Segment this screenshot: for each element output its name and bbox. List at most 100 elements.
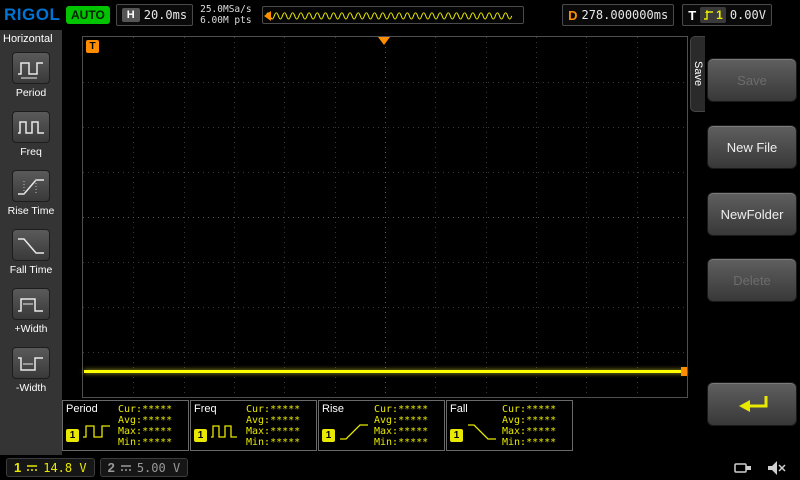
channel-badge: 1 <box>66 429 79 442</box>
timebase-value: 20.0ms <box>143 8 188 22</box>
measurement-min: Min:***** <box>118 437 173 448</box>
waveform-memory-preview <box>262 6 525 24</box>
measure-sidebar: Horizontal Period Freq Rise Time Fall Ti… <box>0 30 62 455</box>
channel2-number: 2 <box>107 460 115 475</box>
measurement-max: Max:***** <box>246 426 301 437</box>
trigger-position-offscreen-marker: T <box>86 40 99 53</box>
trigger-label: T <box>688 7 697 23</box>
freq-measure-icon <box>211 425 237 438</box>
channel2-indicator[interactable]: 2 5.00 V <box>99 458 189 477</box>
back-button[interactable] <box>707 382 797 426</box>
measurement-name: Period <box>66 403 98 415</box>
measurement-panels: Period 1 Cur:***** Avg:***** Max:***** M… <box>62 400 574 451</box>
channel1-number: 1 <box>14 460 22 475</box>
sidebar-item-fall-time[interactable]: Fall Time <box>0 229 62 276</box>
measurement-panel-period: Period 1 Cur:***** Avg:***** Max:***** M… <box>62 400 189 451</box>
period-measure-icon <box>83 425 110 438</box>
freq-icon <box>12 111 50 143</box>
acquisition-info: 25.0MSa/s 6.00M pts <box>200 4 256 26</box>
sidebar-item-label: +Width <box>14 323 48 335</box>
memory-depth: 6.00M pts <box>200 15 252 26</box>
fall-time-icon <box>12 229 50 261</box>
sidebar-item-period[interactable]: Period <box>0 52 62 99</box>
rise-measure-icon <box>340 424 368 440</box>
sidebar-item-label: Fall Time <box>9 264 53 276</box>
measurement-cur: Cur:***** <box>374 404 429 415</box>
measurement-name: Rise <box>322 403 345 415</box>
measurement-panel-rise: Rise 1 Cur:***** Avg:***** Max:***** Min… <box>318 400 445 451</box>
oscilloscope-screen: RIGOL AUTO H 20.0ms 25.0MSa/s 6.00M pts … <box>0 0 800 480</box>
rise-time-icon <box>12 170 50 202</box>
measurement-max: Max:***** <box>118 426 173 437</box>
measurement-max: Max:***** <box>502 426 557 437</box>
measurement-avg: Avg:***** <box>118 415 173 426</box>
measurement-name: Fall <box>450 403 468 415</box>
sidebar-item-label: -Width <box>15 382 47 394</box>
channel1-scale: 14.8 V <box>43 460 87 475</box>
measurement-max: Max:***** <box>374 426 429 437</box>
trigger-box: T 1 0.00V <box>682 4 772 26</box>
measurement-cur: Cur:***** <box>502 404 557 415</box>
measurement-panel-fall: Fall 1 Cur:***** Avg:***** Max:***** Min… <box>446 400 573 451</box>
sidebar-item-label: Rise Time <box>7 205 55 217</box>
measurement-cur: Cur:***** <box>118 404 173 415</box>
plus-width-icon <box>12 288 50 320</box>
preview-waveform-icon <box>265 12 513 20</box>
new-file-button[interactable]: New File <box>707 125 797 169</box>
channel1-coupling-icon <box>27 464 38 471</box>
top-bar: RIGOL AUTO H 20.0ms 25.0MSa/s 6.00M pts … <box>0 0 800 30</box>
measurement-panel-freq: Freq 1 Cur:***** Avg:***** Max:***** Min… <box>190 400 317 451</box>
measurement-cur: Cur:***** <box>246 404 301 415</box>
channel-badge: 1 <box>194 429 207 442</box>
right-menu: Save Save New File NewFolder Delete <box>690 30 800 455</box>
sidebar-item-plus-width[interactable]: +Width <box>0 288 62 335</box>
sidebar-item-rise-time[interactable]: Rise Time <box>0 170 62 217</box>
fall-measure-icon <box>468 424 496 440</box>
trigger-source-chip: 1 <box>700 7 726 23</box>
graticule <box>83 37 687 397</box>
delay-box: D 278.000000ms <box>562 4 675 26</box>
rigol-logo: RIGOL <box>4 5 61 24</box>
channel1-indicator[interactable]: 1 14.8 V <box>6 458 95 477</box>
measurement-avg: Avg:***** <box>374 415 429 426</box>
channel-badge: 1 <box>322 429 335 442</box>
trigger-position-arrow-icon <box>378 37 390 45</box>
measurement-min: Min:***** <box>246 437 301 448</box>
channel-badge: 1 <box>450 429 463 442</box>
horizontal-label: H <box>121 8 140 22</box>
delay-value: 278.000000ms <box>581 8 669 22</box>
trigger-level-value: 0.00V <box>729 8 766 22</box>
sample-rate: 25.0MSa/s <box>200 4 252 15</box>
preview-trigger-marker-icon <box>264 11 272 21</box>
usb-device-icon <box>733 459 755 477</box>
waveform-display-grid: T <box>82 36 688 398</box>
sidebar-item-label: Freq <box>20 146 42 158</box>
measurement-min: Min:***** <box>502 437 557 448</box>
sidebar-item-freq[interactable]: Freq <box>0 111 62 158</box>
measurement-name: Freq <box>194 403 217 415</box>
measurement-avg: Avg:***** <box>246 415 301 426</box>
channel1-trace <box>84 370 686 373</box>
new-folder-button[interactable]: NewFolder <box>707 192 797 236</box>
save-button[interactable]: Save <box>707 58 797 102</box>
sidebar-item-label: Period <box>15 87 47 99</box>
channel2-coupling-icon <box>120 464 131 471</box>
trigger-edge-icon <box>704 9 714 20</box>
channel2-scale: 5.00 V <box>136 460 181 475</box>
sidebar-title: Horizontal <box>3 33 53 45</box>
bottom-bar: 1 14.8 V 2 5.00 V <box>0 455 800 480</box>
trigger-source-channel: 1 <box>716 8 723 22</box>
delay-label: D <box>568 7 578 23</box>
run-status-badge: AUTO <box>66 6 110 24</box>
sidebar-item-minus-width[interactable]: -Width <box>0 347 62 394</box>
measurement-avg: Avg:***** <box>502 415 557 426</box>
trigger-level-marker <box>681 367 687 376</box>
period-icon <box>12 52 50 84</box>
delete-button[interactable]: Delete <box>707 258 797 302</box>
menu-tab-save: Save <box>690 36 705 112</box>
measurement-min: Min:***** <box>374 437 429 448</box>
horizontal-timebase-box: H 20.0ms <box>115 4 194 26</box>
return-arrow-icon <box>739 396 768 412</box>
speaker-mute-icon <box>766 459 788 477</box>
minus-width-icon <box>12 347 50 379</box>
